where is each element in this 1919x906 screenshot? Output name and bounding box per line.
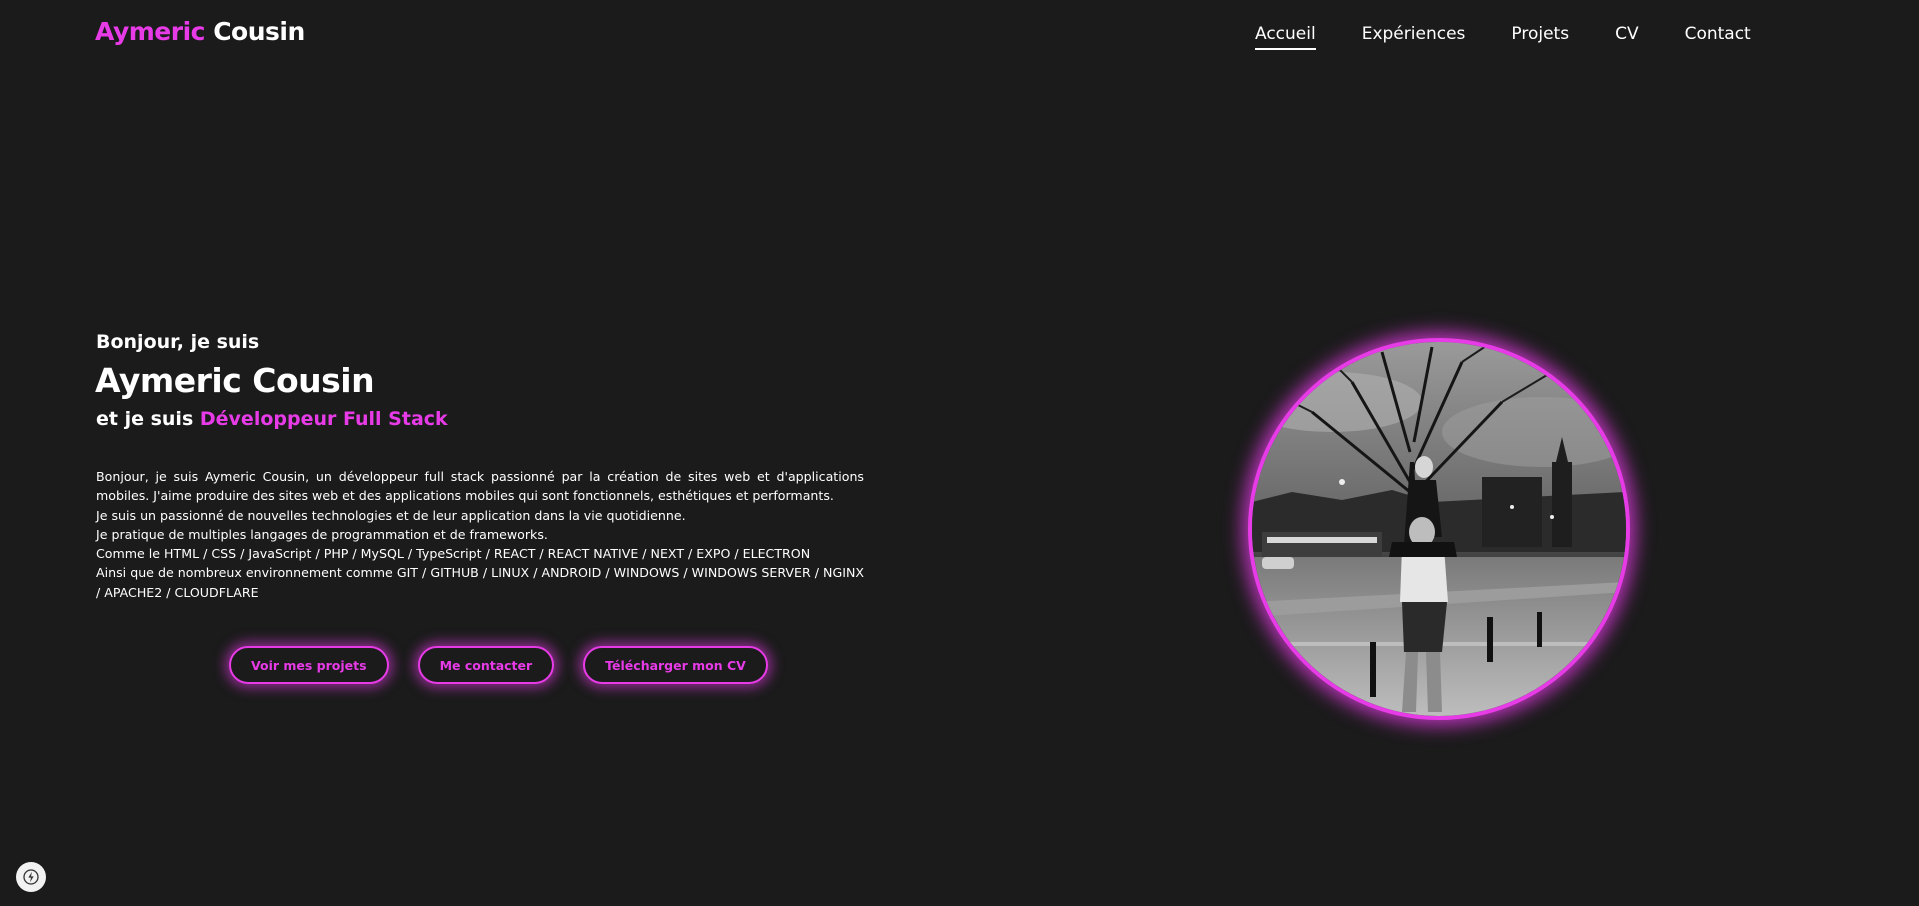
lightning-badge[interactable]: [16, 862, 46, 892]
nav-item-contact[interactable]: Contact: [1685, 24, 1751, 50]
bio-paragraph: Je suis un passionné de nouvelles techno…: [96, 507, 686, 523]
page: Aymeric Cousin Accueil Expériences Proje…: [0, 0, 1919, 906]
main-nav: Accueil Expériences Projets CV Contact: [1255, 24, 1751, 50]
logo-last-name: Cousin: [213, 17, 305, 46]
contact-me-button[interactable]: Me contacter: [417, 646, 555, 684]
nav-item-projets[interactable]: Projets: [1511, 24, 1569, 50]
hero-name: Aymeric Cousin: [95, 361, 375, 400]
nav-item-experiences[interactable]: Expériences: [1362, 24, 1466, 50]
bio-paragraph: Ainsi que de nombreux environnement comm…: [96, 565, 864, 600]
download-cv-button[interactable]: Télécharger mon CV: [583, 646, 768, 684]
view-projects-button[interactable]: Voir mes projets: [229, 646, 389, 684]
hero-actions: Voir mes projets Me contacter Télécharge…: [229, 646, 768, 684]
profile-photo-image: [1252, 342, 1626, 716]
hero-role-prefix: et je suis: [96, 408, 194, 430]
bio-text: Bonjour, je suis Aymeric Cousin, un déve…: [96, 467, 864, 602]
bio-paragraph: Je pratique de multiples langages de pro…: [96, 526, 548, 542]
nav-item-accueil[interactable]: Accueil: [1255, 24, 1316, 50]
nav-item-cv[interactable]: CV: [1615, 24, 1639, 50]
lightning-icon: [23, 869, 39, 885]
hero-greeting: Bonjour, je suis: [96, 331, 260, 353]
profile-photo: [1248, 338, 1630, 720]
bio-paragraph: Comme le HTML / CSS / JavaScript / PHP /…: [96, 546, 811, 562]
logo-first-name: Aymeric: [95, 17, 205, 46]
site-logo[interactable]: Aymeric Cousin: [95, 17, 305, 46]
hero-role-title: Développeur Full Stack: [199, 408, 448, 430]
bio-paragraph: Bonjour, je suis Aymeric Cousin, un déve…: [96, 469, 864, 504]
hero-role: et je suis Développeur Full Stack: [96, 408, 448, 430]
